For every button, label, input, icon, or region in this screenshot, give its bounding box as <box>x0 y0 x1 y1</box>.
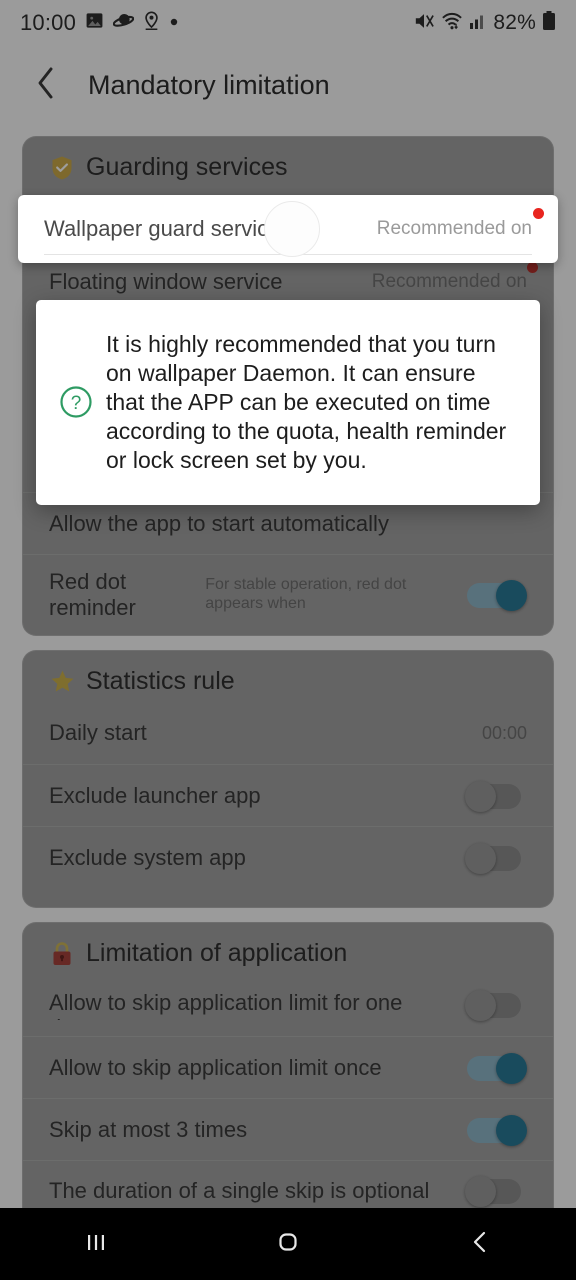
back-button[interactable] <box>18 57 74 113</box>
battery-icon <box>542 10 556 36</box>
row-label: Allow to skip application limit for one … <box>49 990 403 1020</box>
page-title: Mandatory limitation <box>88 69 330 100</box>
row-label: Daily start <box>49 720 147 746</box>
question-circle-icon: ? <box>54 385 98 419</box>
toggle-duration-single-skip-optional[interactable] <box>465 1176 527 1207</box>
status-bar-right: 82% <box>413 10 556 36</box>
location-pin-icon <box>143 10 160 36</box>
row-label: Exclude system app <box>49 844 246 870</box>
row-allow-skip-limit-one-day[interactable]: Allow to skip application limit for one … <box>23 974 553 1036</box>
row-label: Exclude launcher app <box>49 782 261 808</box>
home-icon <box>273 1227 303 1262</box>
row-exclude-launcher-app[interactable]: Exclude launcher app <box>23 764 553 826</box>
star-icon <box>49 669 75 695</box>
row-label: Allow the app to start automatically <box>49 510 389 536</box>
toggle-exclude-launcher-app[interactable] <box>465 780 527 812</box>
mute-icon <box>413 11 435 36</box>
row-exclude-system-app[interactable]: Exclude system app <box>23 826 553 888</box>
app-bar: Mandatory limitation <box>0 46 576 124</box>
recents-button[interactable] <box>0 1208 192 1280</box>
row-right <box>465 990 527 1021</box>
toggle-thumb <box>496 1052 527 1084</box>
row-right <box>465 1176 527 1207</box>
row-red-dot-reminder[interactable]: Red dot reminder For stable operation, r… <box>23 554 553 634</box>
section-title: Statistics rule <box>86 667 235 695</box>
toggle-allow-skip-limit-once[interactable] <box>465 1052 527 1084</box>
row-right: 00:00 <box>482 723 527 744</box>
svg-text:?: ? <box>71 393 82 414</box>
dimmed-background-content: 10:00 82% Mandatory limitation Guarding … <box>0 0 576 1280</box>
highlighted-row-status-text: Recommended on <box>376 218 532 239</box>
section-title: Guarding services <box>86 153 288 181</box>
row-allow-skip-limit-once[interactable]: Allow to skip application limit once <box>23 1036 553 1098</box>
section-header-limitation-of-application: Limitation of application <box>23 923 553 974</box>
status-bar-left: 10:00 <box>20 10 179 36</box>
highlighted-row-label: Wallpaper guard service <box>44 216 281 241</box>
row-label: The duration of a single skip is optiona… <box>49 1178 430 1204</box>
saturn-icon <box>112 11 135 35</box>
dot-icon <box>169 14 179 32</box>
row-right <box>465 780 527 812</box>
card-limitation-of-application: Limitation of application Allow to skip … <box>22 922 554 1222</box>
toggle-thumb <box>496 579 527 611</box>
row-right: Recommended on <box>372 261 538 293</box>
row-label: Allow to skip application limit once <box>49 1054 382 1080</box>
row-skip-at-most-3-times[interactable]: Skip at most 3 times <box>23 1098 553 1160</box>
red-dot-badge <box>533 208 544 219</box>
dialog-message: It is highly recommended that you turn o… <box>106 331 507 473</box>
chevron-left-icon <box>35 66 57 105</box>
info-dialog[interactable]: ? It is highly recommended that you turn… <box>36 300 540 505</box>
toggle-thumb <box>465 780 496 812</box>
toggle-thumb <box>465 1176 496 1207</box>
row-label: Skip at most 3 times <box>49 1116 248 1142</box>
battery-percentage: 82% <box>493 11 536 34</box>
back-icon <box>465 1227 495 1262</box>
navigation-bar <box>0 1208 576 1280</box>
row-right <box>465 1052 527 1084</box>
highlighted-row-wallpaper-guard-service[interactable]: Wallpaper guard service Recommended on <box>18 195 558 263</box>
row-right <box>465 579 527 611</box>
status-bar: 10:00 82% <box>0 0 576 46</box>
toggle-thumb <box>496 1114 527 1146</box>
section-header-guarding-services: Guarding services <box>23 137 553 188</box>
recents-icon <box>81 1227 111 1262</box>
image-icon <box>85 11 104 35</box>
wifi-icon <box>441 11 463 36</box>
lock-icon <box>49 941 75 967</box>
row-daily-start[interactable]: Daily start 00:00 <box>23 702 553 764</box>
status-bar-clock: 10:00 <box>20 10 77 35</box>
row-status-text: Recommended on <box>372 261 538 293</box>
card-statistics-rule: Statistics rule Daily start 00:00 Exclud… <box>22 650 554 908</box>
toggle-red-dot-reminder[interactable] <box>465 579 527 611</box>
back-button-nav[interactable] <box>384 1208 576 1280</box>
shield-check-icon <box>49 155 75 181</box>
signal-icon <box>469 12 487 35</box>
toggle-thumb <box>465 990 496 1021</box>
row-right <box>465 842 527 874</box>
section-header-statistics-rule: Statistics rule <box>23 651 553 702</box>
home-button[interactable] <box>192 1208 384 1280</box>
toggle-thumb <box>465 842 496 874</box>
row-subtitle: For stable operation, red dot appears wh… <box>205 576 407 612</box>
phone-screen: 10:00 82% Mandatory limitation Guarding … <box>0 0 576 1280</box>
red-dot-badge <box>527 261 538 273</box>
row-label: Floating window service <box>49 268 283 294</box>
toggle-allow-skip-limit-one-day[interactable] <box>465 990 527 1021</box>
toggle-skip-at-most-3-times[interactable] <box>465 1114 527 1146</box>
toggle-exclude-system-app[interactable] <box>465 842 527 874</box>
touch-ripple-indicator <box>264 201 320 257</box>
highlighted-row-right: Recommended on <box>376 208 544 240</box>
section-title: Limitation of application <box>86 939 348 967</box>
row-label: Red dot reminder <box>49 569 136 620</box>
row-right <box>465 1114 527 1146</box>
row-value: 00:00 <box>481 722 527 743</box>
